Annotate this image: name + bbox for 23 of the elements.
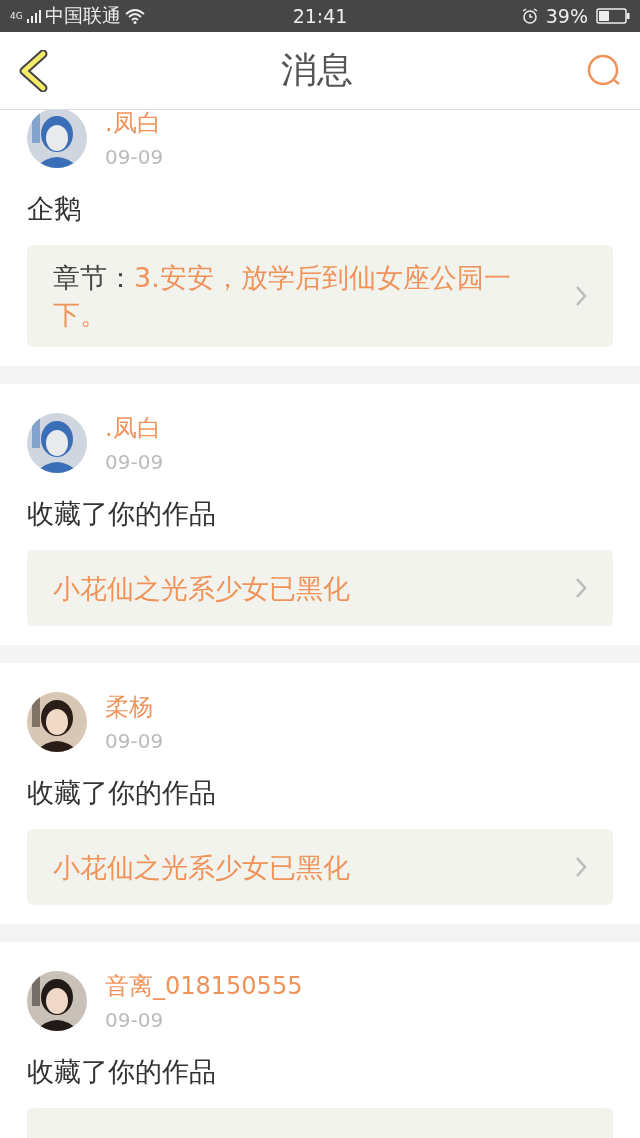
message-text: 收藏了你的作品 (27, 776, 217, 810)
link-text: 小花仙之光系少女已黑化 (53, 571, 351, 606)
battery-percent: 39% (545, 5, 588, 27)
work-link[interactable]: 小花仙之光系少女已黑化 (27, 550, 613, 626)
message-date: 09-09 (105, 1008, 165, 1032)
network-type: 4G (10, 11, 23, 21)
work-link[interactable]: 小花仙之光系少女已黑化 (27, 829, 613, 905)
message-text: 收藏了你的作品 (27, 1055, 217, 1089)
link-text: 小花仙之光系少女已黑化 (53, 850, 351, 885)
user-name[interactable]: .凤白 (105, 110, 164, 139)
message-text: 企鹅 (27, 192, 82, 226)
message-text: 收藏了你的作品 (27, 497, 217, 531)
user-name[interactable]: .凤白 (105, 412, 164, 444)
message-date: 09-09 (105, 450, 164, 474)
clock-time: 21:41 (292, 5, 348, 27)
work-link[interactable]: 章节：3.安安，放学后到仙女座公园一下。 (27, 245, 613, 347)
user-name[interactable]: 音离_018150555 (105, 970, 303, 1002)
link-text: 章节：3.安安，放学后到仙女座公园一下。 (53, 261, 512, 332)
carrier-name: 中国联通 (44, 3, 121, 28)
page-title: 消息 (281, 48, 353, 92)
user-name[interactable]: 柔杨 (105, 691, 164, 723)
message-date: 09-09 (105, 729, 164, 753)
message-date: 09-09 (105, 145, 164, 169)
